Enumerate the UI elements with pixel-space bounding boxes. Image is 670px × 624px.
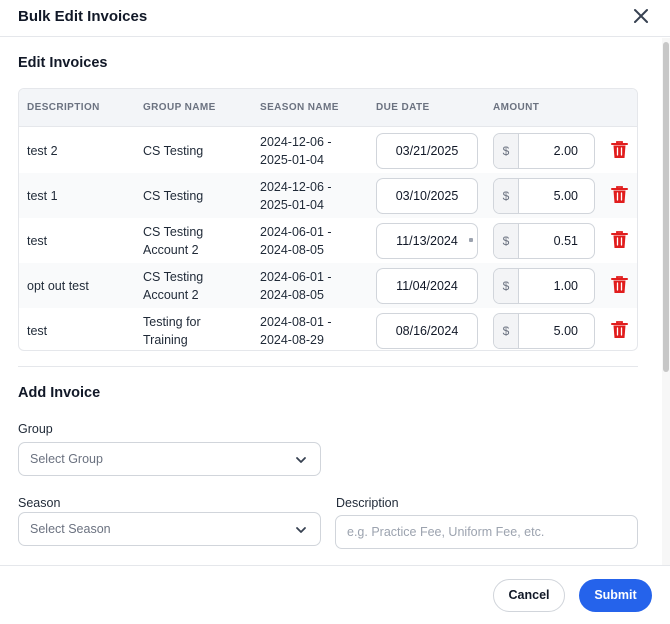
amount-input[interactable]: $ 2.00 [493,133,595,169]
cancel-button[interactable]: Cancel [493,579,565,612]
amount-value: 1.00 [553,279,578,293]
calendar-indicator-icon[interactable] [469,238,473,242]
row-group-name: Testing for Training [143,315,201,347]
row-description: opt out test [27,279,89,293]
season-select-placeholder: Select Season [30,522,111,536]
table-row: opt out test CS Testing Account 2 2024-06… [19,263,637,308]
table-row: test CS Testing Account 2 2024-06-01 -202… [19,218,637,263]
section-divider [18,366,638,367]
amount-input[interactable]: $ 1.00 [493,268,595,304]
row-description: test 2 [27,144,58,158]
row-description: test [27,234,48,248]
amount-value: 5.00 [553,189,578,203]
modal-footer: Cancel Submit [0,565,670,624]
amount-value: 0.51 [553,234,578,248]
column-header-group-name: GROUP NAME [143,102,216,113]
row-group-name: CS Testing [143,189,204,203]
due-date-input[interactable]: 11/13/2024 [376,223,478,259]
currency-prefix: $ [494,224,519,258]
row-description: test 1 [27,189,58,203]
description-label: Description [336,496,399,510]
amount-value: 5.00 [553,324,578,338]
currency-prefix: $ [494,179,519,213]
column-header-amount: AMOUNT [493,102,540,113]
row-season-name: 2024-12-06 -2025-01-04 [260,135,332,167]
chevron-down-icon [296,527,306,533]
currency-prefix: $ [494,269,519,303]
trash-icon[interactable] [611,140,628,159]
row-group-name: CS Testing Account 2 [143,225,204,257]
row-season-name: 2024-06-01 -2024-08-05 [260,225,332,257]
invoices-table: DESCRIPTION GROUP NAME SEASON NAME DUE D… [18,88,638,351]
amount-input[interactable]: $ 0.51 [493,223,595,259]
table-row: test 2 CS Testing 2024-12-06 -2025-01-04… [19,128,637,173]
column-header-season-name: SEASON NAME [260,102,339,113]
due-date-input[interactable]: 11/04/2024 [376,268,478,304]
column-header-due-date: DUE DATE [376,102,430,113]
trash-icon[interactable] [611,230,628,249]
modal-header: Bulk Edit Invoices [0,0,670,37]
row-season-name: 2024-06-01 -2024-08-05 [260,270,332,302]
season-label: Season [18,496,61,510]
row-season-name: 2024-08-01 -2024-08-29 [260,315,332,347]
trash-icon[interactable] [611,320,628,339]
table-header: DESCRIPTION GROUP NAME SEASON NAME DUE D… [19,89,637,127]
due-date-input[interactable]: 08/16/2024 [376,313,478,349]
season-select[interactable]: Select Season [18,512,321,546]
edit-invoices-title: Edit Invoices [18,55,108,71]
group-select-placeholder: Select Group [30,452,103,466]
row-group-name: CS Testing [143,144,204,158]
group-label: Group [18,422,53,436]
table-row: test 1 CS Testing 2024-12-06 -2025-01-04… [19,173,637,218]
trash-icon[interactable] [611,275,628,294]
amount-value: 2.00 [553,144,578,158]
description-input-placeholder: e.g. Practice Fee, Uniform Fee, etc. [347,525,545,539]
row-description: test [27,324,48,338]
scrollbar[interactable] [662,38,670,565]
modal-title: Bulk Edit Invoices [18,8,148,25]
group-select[interactable]: Select Group [18,442,321,476]
trash-icon[interactable] [611,185,628,204]
row-group-name: CS Testing Account 2 [143,270,204,302]
submit-button[interactable]: Submit [579,579,652,612]
close-icon[interactable] [632,7,650,25]
currency-prefix: $ [494,314,519,348]
chevron-down-icon [296,457,306,463]
column-header-description: DESCRIPTION [27,102,100,113]
scrollbar-thumb[interactable] [663,42,669,372]
amount-input[interactable]: $ 5.00 [493,313,595,349]
description-input[interactable]: e.g. Practice Fee, Uniform Fee, etc. [335,515,638,549]
table-row: test Testing for Training 2024-08-01 -202… [19,308,637,350]
due-date-input[interactable]: 03/21/2025 [376,133,478,169]
amount-input[interactable]: $ 5.00 [493,178,595,214]
due-date-input[interactable]: 03/10/2025 [376,178,478,214]
add-invoice-title: Add Invoice [18,385,101,401]
currency-prefix: $ [494,134,519,168]
modal-body: Edit Invoices DESCRIPTION GROUP NAME SEA… [0,38,662,565]
row-season-name: 2024-12-06 -2025-01-04 [260,180,332,212]
